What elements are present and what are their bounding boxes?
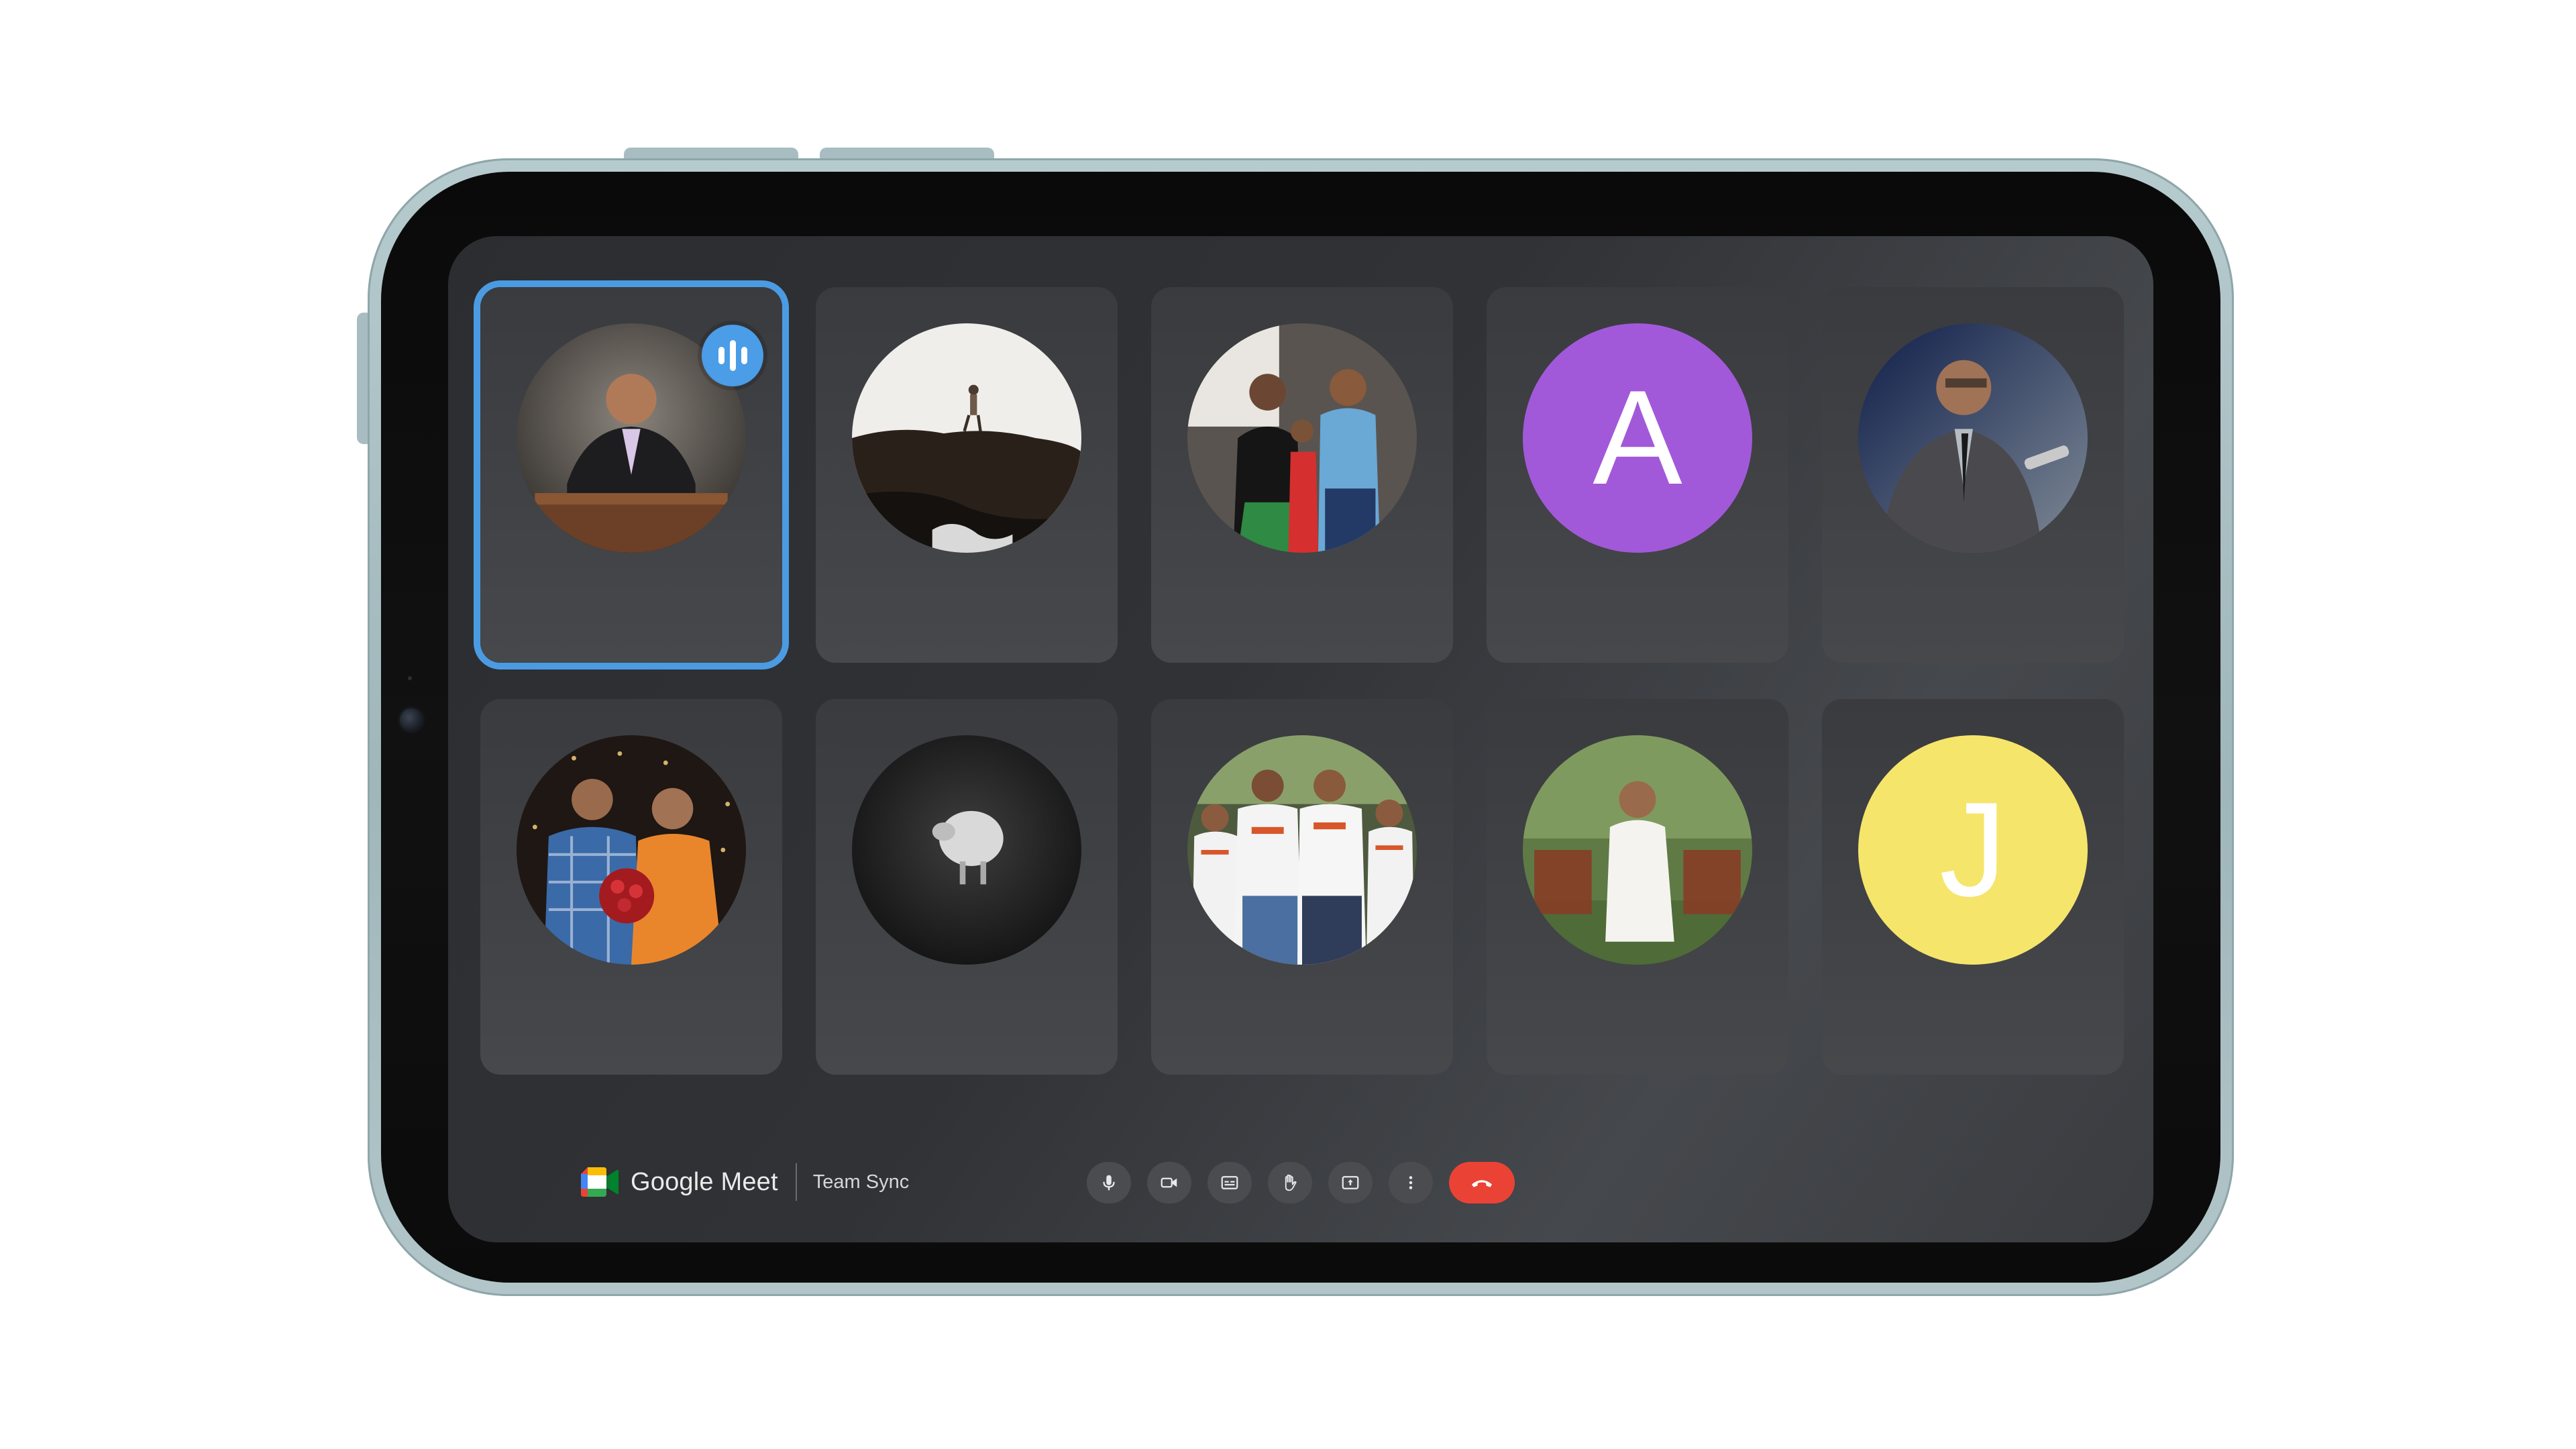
participant-photo	[1187, 323, 1417, 553]
participant-initial: A	[1593, 363, 1682, 513]
more-vertical-icon	[1409, 1176, 1413, 1189]
participant-tile-7[interactable]	[816, 699, 1118, 1075]
participant-tile-6[interactable]	[480, 699, 782, 1075]
meet-screen: A J Google Meet Team Sync	[448, 236, 2153, 1242]
brand-divider	[795, 1163, 797, 1201]
raise-hand-button[interactable]	[1268, 1162, 1312, 1203]
google-meet-logo-icon	[581, 1167, 619, 1197]
tablet-frame: A J Google Meet Team Sync	[368, 158, 2234, 1296]
camera-button[interactable]	[1147, 1162, 1191, 1203]
participant-tile-3[interactable]	[1151, 287, 1453, 663]
front-camera	[400, 708, 423, 731]
participant-tile-4[interactable]: A	[1487, 287, 1788, 663]
present-screen-icon	[1342, 1176, 1359, 1189]
speaking-indicator-icon	[702, 325, 763, 386]
participant-photo	[1858, 323, 2088, 553]
more-options-button[interactable]	[1389, 1162, 1433, 1203]
participant-initial: J	[1939, 775, 2006, 924]
tablet-bezel: A J Google Meet Team Sync	[381, 172, 2220, 1283]
participant-photo	[1187, 735, 1417, 965]
end-call-icon	[1472, 1180, 1492, 1187]
participant-photo	[517, 735, 746, 965]
participant-tile-10[interactable]: J	[1822, 699, 2124, 1075]
present-button[interactable]	[1328, 1162, 1373, 1203]
end-call-button[interactable]	[1449, 1162, 1515, 1203]
captions-button[interactable]	[1208, 1162, 1252, 1203]
mic-icon	[1103, 1175, 1115, 1191]
participant-tile-9[interactable]	[1487, 699, 1788, 1075]
participant-tile-2[interactable]	[816, 287, 1118, 663]
participant-photo	[1523, 735, 1752, 965]
call-controls	[1087, 1162, 1515, 1203]
participant-photo	[852, 735, 1081, 965]
participant-letter-avatar: J	[1858, 735, 2088, 965]
video-camera-icon	[1161, 1177, 1177, 1188]
brand-area: Google Meet Team Sync	[581, 1163, 909, 1201]
participant-tile-8[interactable]	[1151, 699, 1453, 1075]
tablet-sensor	[408, 676, 412, 680]
participant-tile-5[interactable]	[1822, 287, 2124, 663]
hand-icon	[1285, 1174, 1297, 1191]
microphone-button[interactable]	[1087, 1162, 1131, 1203]
participant-photo	[852, 323, 1081, 553]
captions-icon	[1221, 1176, 1238, 1189]
meeting-toolbar: Google Meet Team Sync	[448, 1142, 2153, 1222]
meeting-title: Team Sync	[812, 1171, 910, 1193]
participant-tile-1[interactable]	[480, 287, 782, 663]
app-name: Google Meet	[631, 1167, 778, 1196]
participant-letter-avatar: A	[1523, 323, 1752, 553]
